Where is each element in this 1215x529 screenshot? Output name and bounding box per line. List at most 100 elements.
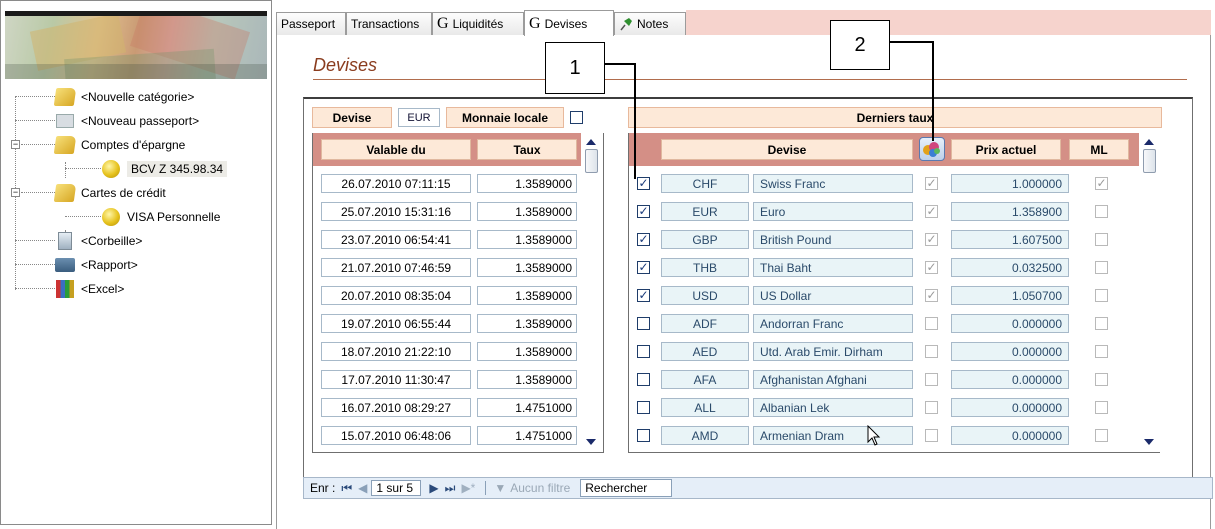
currency-name-cell[interactable]: Euro — [753, 202, 913, 221]
rates-scrollbar[interactable] — [1141, 133, 1158, 451]
currency-code-cell[interactable]: ALL — [661, 398, 749, 417]
currency-code-cell[interactable]: AMD — [661, 426, 749, 445]
filter-icon[interactable]: ▼ — [494, 481, 506, 495]
current-price-cell[interactable]: 1.358900 — [951, 202, 1069, 221]
tree-item-comptes-epargne[interactable]: Comptes d'épargne — [53, 134, 185, 156]
ml-checkbox[interactable] — [1095, 233, 1108, 246]
tab-transactions[interactable]: Transactions — [346, 12, 432, 35]
column-header-taux[interactable]: Taux — [477, 139, 577, 160]
rate-flag-checkbox[interactable] — [925, 373, 938, 386]
valable-du-cell[interactable]: 16.07.2010 08:29:27 — [321, 398, 471, 417]
current-price-cell[interactable]: 0.000000 — [951, 342, 1069, 361]
currency-name-cell[interactable]: Afghanistan Afghani — [753, 370, 913, 389]
valable-du-cell[interactable]: 21.07.2010 07:46:59 — [321, 258, 471, 277]
ml-checkbox[interactable] — [1095, 205, 1108, 218]
ml-checkbox[interactable] — [1095, 317, 1108, 330]
tree-item-excel[interactable]: <Excel> — [55, 278, 124, 300]
column-header-prix-actuel[interactable]: Prix actuel — [951, 139, 1061, 160]
currency-code-cell[interactable]: ADF — [661, 314, 749, 333]
row-select-checkbox[interactable]: ✓ — [637, 261, 650, 274]
currency-code-cell[interactable]: GBP — [661, 230, 749, 249]
tree-item-cartes-credit[interactable]: Cartes de crédit — [53, 182, 166, 204]
row-select-checkbox[interactable]: ✓ — [637, 233, 650, 246]
tab-notes[interactable]: Notes — [614, 12, 686, 35]
currency-code-cell[interactable]: CHF — [661, 174, 749, 193]
current-price-cell[interactable]: 1.607500 — [951, 230, 1069, 249]
taux-cell[interactable]: 1.3589000 — [477, 174, 577, 193]
valable-du-cell[interactable]: 25.07.2010 15:31:16 — [321, 202, 471, 221]
scroll-thumb[interactable] — [585, 149, 598, 173]
current-price-cell[interactable]: 0.000000 — [951, 370, 1069, 389]
row-select-checkbox[interactable]: ✓ — [637, 177, 650, 190]
devise-value-field[interactable]: EUR — [398, 108, 440, 127]
column-header-ml[interactable]: ML — [1069, 139, 1129, 160]
tree-item-new-category[interactable]: <Nouvelle catégorie> — [53, 86, 194, 108]
tree-item-new-passport[interactable]: <Nouveau passeport> — [55, 110, 199, 132]
filter-status-label[interactable]: Aucun filtre — [510, 481, 570, 495]
current-price-cell[interactable]: 0.000000 — [951, 314, 1069, 333]
valable-du-cell[interactable]: 20.07.2010 08:35:04 — [321, 286, 471, 305]
taux-cell[interactable]: 1.3589000 — [477, 342, 577, 361]
current-price-cell[interactable]: 0.032500 — [951, 258, 1069, 277]
scroll-down-arrow-icon[interactable] — [586, 439, 596, 445]
valable-du-cell[interactable]: 17.07.2010 11:30:47 — [321, 370, 471, 389]
taux-cell[interactable]: 1.3589000 — [477, 286, 577, 305]
currency-code-cell[interactable]: AED — [661, 342, 749, 361]
current-price-cell[interactable]: 0.000000 — [951, 398, 1069, 417]
currency-name-cell[interactable]: Albanian Lek — [753, 398, 913, 417]
rate-flag-checkbox[interactable] — [925, 345, 938, 358]
tab-devises[interactable]: G Devises — [524, 10, 614, 36]
ml-checkbox[interactable] — [1095, 429, 1108, 442]
monnaie-locale-checkbox[interactable] — [570, 111, 583, 124]
currency-name-cell[interactable]: Andorran Franc — [753, 314, 913, 333]
ml-checkbox[interactable] — [1095, 289, 1108, 302]
currency-code-cell[interactable]: USD — [661, 286, 749, 305]
scroll-up-arrow-icon[interactable] — [586, 139, 596, 145]
rate-flag-checkbox[interactable] — [925, 401, 938, 414]
valable-du-cell[interactable]: 15.07.2010 06:48:06 — [321, 426, 471, 445]
rate-flag-checkbox[interactable]: ✓ — [925, 261, 938, 274]
next-record-icon[interactable]: ▶ — [429, 481, 438, 495]
ml-checkbox[interactable] — [1095, 261, 1108, 274]
currency-name-cell[interactable]: US Dollar — [753, 286, 913, 305]
row-select-checkbox[interactable] — [637, 429, 650, 442]
taux-cell[interactable]: 1.3589000 — [477, 202, 577, 221]
history-scrollbar[interactable] — [583, 133, 600, 451]
scroll-thumb[interactable] — [1143, 149, 1156, 173]
taux-cell[interactable]: 1.3589000 — [477, 230, 577, 249]
rate-flag-checkbox[interactable]: ✓ — [925, 289, 938, 302]
scroll-down-arrow-icon[interactable] — [1144, 439, 1154, 445]
record-position-field[interactable]: 1 sur 5 — [371, 480, 422, 496]
valable-du-cell[interactable]: 26.07.2010 07:11:15 — [321, 174, 471, 193]
previous-record-icon[interactable]: ◀ — [358, 481, 367, 495]
column-header-devise[interactable]: Devise — [661, 139, 913, 160]
row-select-checkbox[interactable]: ✓ — [637, 205, 650, 218]
tab-passeport[interactable]: Passeport — [276, 12, 346, 35]
currency-code-cell[interactable]: EUR — [661, 202, 749, 221]
rate-flag-checkbox[interactable]: ✓ — [925, 177, 938, 190]
currency-name-cell[interactable]: Thai Baht — [753, 258, 913, 277]
taux-cell[interactable]: 1.4751000 — [477, 426, 577, 445]
rate-flag-checkbox[interactable] — [925, 317, 938, 330]
currency-code-cell[interactable]: THB — [661, 258, 749, 277]
search-input[interactable]: Rechercher — [580, 479, 673, 497]
new-record-icon[interactable]: ▶* — [461, 481, 475, 495]
current-price-cell[interactable]: 1.050700 — [951, 286, 1069, 305]
current-price-cell[interactable]: 0.000000 — [951, 426, 1069, 445]
scroll-up-arrow-icon[interactable] — [1144, 139, 1154, 145]
last-record-icon[interactable]: ⏭ — [445, 481, 456, 496]
tab-liquidites[interactable]: G Liquidités — [432, 12, 524, 35]
taux-cell[interactable]: 1.4751000 — [477, 398, 577, 417]
currency-name-cell[interactable]: Swiss Franc — [753, 174, 913, 193]
currency-code-cell[interactable]: AFA — [661, 370, 749, 389]
ml-checkbox[interactable] — [1095, 345, 1108, 358]
rate-flag-checkbox[interactable]: ✓ — [925, 205, 938, 218]
row-select-checkbox[interactable] — [637, 317, 650, 330]
collapse-epargne-toggle[interactable]: − — [11, 140, 20, 149]
row-select-checkbox[interactable] — [637, 401, 650, 414]
tree-item-rapport[interactable]: <Rapport> — [55, 254, 138, 276]
ml-checkbox[interactable] — [1095, 401, 1108, 414]
collapse-credit-toggle[interactable]: − — [11, 188, 20, 197]
tree-item-corbeille[interactable]: <Corbeille> — [55, 230, 142, 252]
valable-du-cell[interactable]: 19.07.2010 06:55:44 — [321, 314, 471, 333]
